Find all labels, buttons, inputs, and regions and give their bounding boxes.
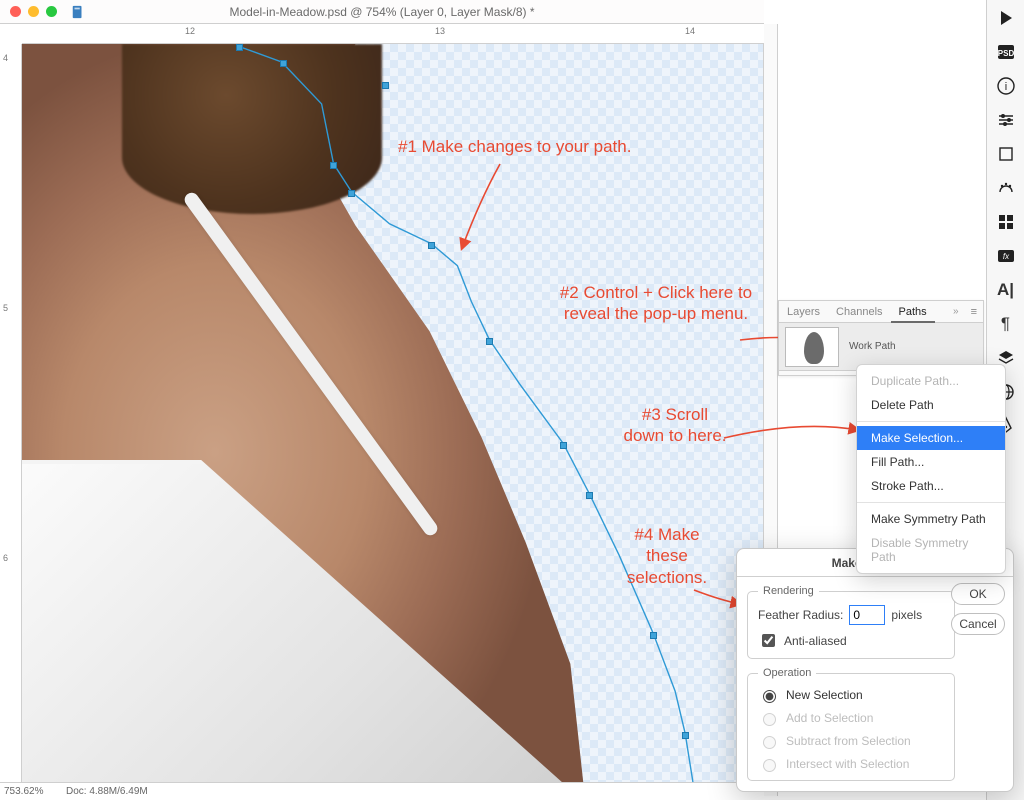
close-icon[interactable]	[10, 6, 21, 17]
psd-icon[interactable]: PSD	[994, 40, 1018, 64]
op-sub-selection: Subtract from Selection	[758, 733, 944, 749]
annotation-2: #2 Control + Click here to reveal the po…	[556, 282, 756, 325]
menu-make-selection[interactable]: Make Selection...	[857, 426, 1005, 450]
feather-input[interactable]	[849, 605, 885, 625]
annotation-4: #4 Make these selections.	[612, 524, 722, 588]
anti-aliased-label: Anti-aliased	[784, 634, 847, 648]
anchor-point[interactable]	[682, 732, 689, 739]
subject-hair	[122, 44, 382, 214]
svg-text:i: i	[1004, 81, 1006, 93]
ok-button[interactable]: OK	[951, 583, 1005, 605]
rendering-legend: Rendering	[758, 585, 819, 597]
annotation-1: #1 Make changes to your path.	[398, 136, 631, 157]
menu-disable-symmetry-path: Disable Symmetry Path	[857, 531, 1005, 569]
op-int-selection: Intersect with Selection	[758, 756, 944, 772]
anchor-point[interactable]	[586, 492, 593, 499]
make-selection-dialog: Make Selection Rendering Feather Radius:…	[736, 548, 1014, 792]
tab-paths[interactable]: Paths	[891, 301, 935, 323]
op-new-selection[interactable]: New Selection	[758, 687, 944, 703]
anti-aliased-checkbox[interactable]	[762, 634, 775, 647]
panel-tabs: Layers Channels Paths » ≡	[779, 301, 983, 323]
minimize-icon[interactable]	[28, 6, 39, 17]
rendering-group: Rendering Feather Radius: pixels Anti-al…	[747, 585, 955, 659]
anchor-point[interactable]	[330, 162, 337, 169]
horizontal-ruler: 12 13 14	[22, 24, 764, 44]
panel-collapse-icon[interactable]: »	[947, 306, 965, 317]
document-icon	[71, 5, 85, 19]
annotation-3: #3 Scroll down to here.	[620, 404, 730, 447]
anchor-point[interactable]	[382, 82, 389, 89]
svg-text:PSD: PSD	[997, 49, 1014, 58]
grid-icon[interactable]	[994, 210, 1018, 234]
feather-label: Feather Radius:	[758, 608, 843, 622]
menu-fill-path[interactable]: Fill Path...	[857, 450, 1005, 474]
feather-unit: pixels	[891, 608, 922, 622]
op-add-selection: Add to Selection	[758, 710, 944, 726]
operation-group: Operation New Selection Add to Selection…	[747, 667, 955, 781]
play-icon[interactable]	[994, 6, 1018, 30]
path-item-label: Work Path	[849, 341, 896, 352]
menu-stroke-path[interactable]: Stroke Path...	[857, 474, 1005, 498]
menu-make-symmetry-path[interactable]: Make Symmetry Path	[857, 507, 1005, 531]
vertical-ruler: 4 5 6	[0, 44, 22, 800]
crop-icon[interactable]	[994, 142, 1018, 166]
operation-legend: Operation	[758, 667, 816, 679]
cancel-button[interactable]: Cancel	[951, 613, 1005, 635]
zoom-level[interactable]: 753.62%	[4, 786, 56, 797]
anchor-point[interactable]	[486, 338, 493, 345]
type-icon[interactable]: A|	[994, 278, 1018, 302]
anchor-point[interactable]	[560, 442, 567, 449]
path-thumbnail	[785, 327, 839, 367]
anchor-point[interactable]	[650, 632, 657, 639]
swatches-icon[interactable]	[994, 176, 1018, 200]
path-context-menu: Duplicate Path... Delete Path Make Selec…	[856, 364, 1006, 574]
fx-icon[interactable]: fx	[994, 244, 1018, 268]
paragraph-icon[interactable]: ¶	[994, 312, 1018, 336]
doc-size: Doc: 4.88M/6.49M	[66, 786, 148, 797]
anchor-point[interactable]	[236, 44, 243, 51]
document-title: Model-in-Meadow.psd @ 754% (Layer 0, Lay…	[0, 5, 764, 19]
status-bar: 753.62% Doc: 4.88M/6.49M	[0, 782, 764, 800]
info-icon[interactable]: i	[994, 74, 1018, 98]
tab-layers[interactable]: Layers	[779, 301, 828, 323]
maximize-icon[interactable]	[46, 6, 57, 17]
tab-channels[interactable]: Channels	[828, 301, 890, 323]
menu-duplicate-path: Duplicate Path...	[857, 369, 1005, 393]
sliders-icon[interactable]	[994, 108, 1018, 132]
anchor-point[interactable]	[428, 242, 435, 249]
menu-delete-path[interactable]: Delete Path	[857, 393, 1005, 417]
panel-menu-icon[interactable]: ≡	[965, 306, 983, 318]
anchor-point[interactable]	[348, 190, 355, 197]
title-bar: Model-in-Meadow.psd @ 754% (Layer 0, Lay…	[0, 0, 764, 24]
anchor-point[interactable]	[280, 60, 287, 67]
svg-text:fx: fx	[1002, 252, 1009, 261]
window-controls	[10, 6, 57, 17]
